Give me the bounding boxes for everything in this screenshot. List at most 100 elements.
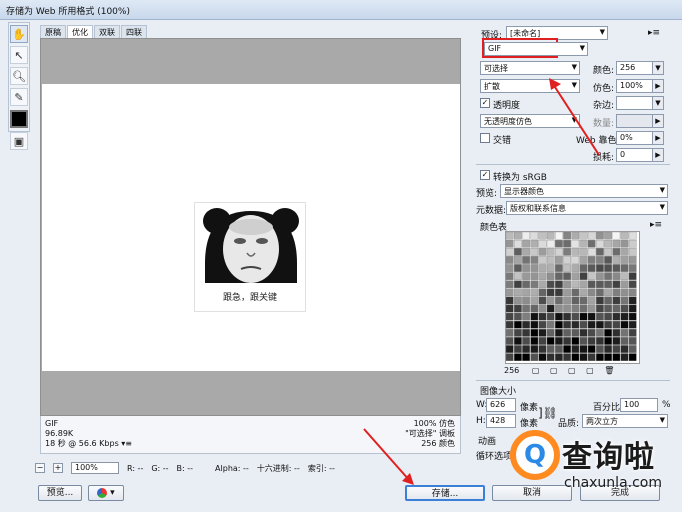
- color-swatch: [546, 231, 555, 240]
- preview-canvas[interactable]: 跟急，跟关键: [42, 84, 460, 371]
- color-swatch: [538, 337, 547, 345]
- color-swatch: [620, 239, 629, 248]
- web-snap-field[interactable]: 0% ▶: [616, 131, 664, 145]
- transparency-checkbox[interactable]: ✓: [480, 98, 490, 108]
- zoom-level-field[interactable]: 100%: [71, 462, 119, 474]
- color-swatch: [587, 231, 596, 240]
- percent-field[interactable]: 100: [620, 398, 658, 412]
- window-title: 存储为 Web 所用格式 (100%): [6, 7, 130, 17]
- chevron-down-icon: ▼: [652, 62, 663, 74]
- settings-menu-icon[interactable]: ▸≡: [648, 28, 660, 38]
- lossy-field[interactable]: 0 ▶: [616, 148, 664, 162]
- color-swatch: [628, 256, 637, 264]
- color-swatch: [604, 353, 612, 361]
- new-color-icon[interactable]: ▢: [586, 366, 594, 375]
- color-swatch: [522, 256, 530, 264]
- color-table[interactable]: [505, 231, 640, 364]
- color-swatch: [620, 353, 629, 361]
- color-swatch: [522, 296, 530, 305]
- eyedropper-color-swatch[interactable]: [10, 110, 28, 128]
- color-swatch: [596, 231, 604, 240]
- browser-select-button[interactable]: ▾: [88, 485, 124, 501]
- color-swatch: [628, 345, 637, 353]
- save-arrow-annotation: [363, 428, 414, 485]
- color-swatch: [546, 256, 555, 264]
- eyedropper-tool-icon[interactable]: ✎: [10, 88, 28, 106]
- color-swatch: [514, 272, 522, 280]
- colors-field[interactable]: 256 ▼: [616, 61, 664, 75]
- preview-in-browser-button[interactable]: 预览...: [38, 485, 82, 501]
- color-swatch: [522, 231, 530, 240]
- color-swatch: [579, 329, 588, 337]
- color-swatch: [563, 272, 571, 280]
- color-swatch: [571, 256, 580, 264]
- zoom-in-button[interactable]: +: [53, 463, 63, 473]
- color-swatch: [555, 304, 563, 313]
- delete-color-icon[interactable]: 🗑︎: [604, 366, 614, 375]
- dither-field[interactable]: 100% ▶: [616, 79, 664, 93]
- zoom-tool-icon[interactable]: 🔍︎: [10, 67, 28, 85]
- color-swatch: [514, 353, 522, 361]
- matte-field[interactable]: ▼: [616, 96, 664, 110]
- color-swatch: [530, 320, 539, 329]
- color-swatch: [546, 304, 555, 313]
- color-swatch: [563, 256, 571, 264]
- watermark-brand: 查询啦: [562, 440, 655, 475]
- toggle-slices-icon[interactable]: ▣: [10, 132, 28, 150]
- color-table-menu-icon[interactable]: ▸≡: [650, 220, 662, 230]
- color-swatch: [596, 320, 604, 329]
- tab-4-up[interactable]: 四联: [121, 25, 147, 39]
- color-swatch: [628, 280, 637, 289]
- color-swatch: [530, 312, 539, 321]
- color-swatch: [538, 296, 547, 305]
- color-swatch: [620, 288, 629, 297]
- meme-caption: 跟急，跟关键: [222, 293, 277, 303]
- color-swatch: [514, 320, 522, 329]
- convert-srgb-checkbox[interactable]: ✓: [480, 170, 490, 180]
- color-swatch: [522, 312, 530, 321]
- color-swatch: [538, 312, 547, 321]
- color-swatch: [505, 304, 514, 313]
- color-swatch: [530, 304, 539, 313]
- slice-select-tool-icon[interactable]: ↖: [10, 46, 28, 64]
- color-swatch: [628, 248, 637, 256]
- color-swatch: [587, 337, 596, 345]
- color-swatch: [522, 239, 530, 248]
- tab-2-up[interactable]: 双联: [94, 25, 120, 39]
- color-swatch: [538, 231, 547, 240]
- metadata-select[interactable]: 版权和联系信息 ▼: [506, 201, 668, 215]
- hand-tool-icon[interactable]: ✋: [10, 25, 28, 43]
- color-swatch: [596, 337, 604, 345]
- color-swatch: [596, 329, 604, 337]
- color-swatch: [538, 256, 547, 264]
- site-watermark: Q 查询啦 chaxunla.com: [496, 418, 682, 512]
- color-swatch: [563, 304, 571, 313]
- width-field[interactable]: 626: [486, 398, 516, 412]
- color-swatch: [555, 272, 563, 280]
- tab-original[interactable]: 原稿: [40, 25, 66, 39]
- color-swatch: [596, 280, 604, 289]
- zoom-out-button[interactable]: −: [35, 463, 45, 473]
- tab-optimized[interactable]: 优化: [67, 25, 93, 39]
- web-shift-icon[interactable]: ▢: [550, 366, 558, 375]
- color-swatch: [596, 272, 604, 280]
- color-table-toolbar: 256 ▢ ▢ ▢ ▢ 🗑︎: [504, 366, 644, 376]
- preview-label: 预览:: [476, 189, 498, 199]
- color-swatch: [555, 231, 563, 240]
- download-speed-menu-icon[interactable]: ▾≡: [121, 439, 132, 448]
- color-swatch: [546, 248, 555, 256]
- color-swatch: [587, 256, 596, 264]
- color-count: 256: [504, 366, 520, 375]
- color-swatch: [505, 248, 514, 256]
- height-label: H:: [476, 416, 486, 426]
- color-swatch: [604, 296, 612, 305]
- chevron-right-icon: ▶: [652, 115, 663, 127]
- interlaced-checkbox[interactable]: [480, 133, 490, 143]
- color-swatch: [596, 288, 604, 297]
- map-to-transparent-icon[interactable]: ▢: [532, 366, 540, 375]
- color-swatch: [579, 256, 588, 264]
- color-swatch: [563, 337, 571, 345]
- lock-color-icon[interactable]: ▢: [568, 366, 576, 375]
- format-select[interactable]: GIF ▼: [484, 42, 588, 56]
- preview-select[interactable]: 显示器颜色 ▼: [500, 184, 668, 198]
